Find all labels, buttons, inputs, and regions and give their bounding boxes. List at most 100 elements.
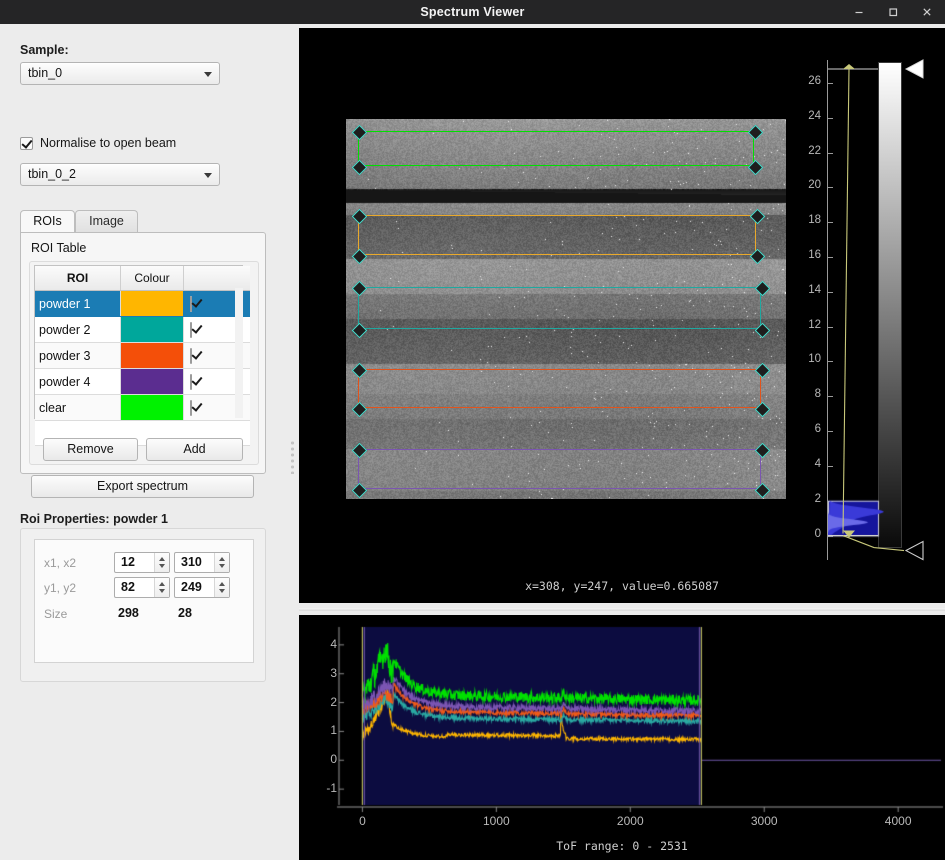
colorbar-tick-label: 20 (808, 179, 821, 192)
window-title: Spectrum Viewer (420, 5, 525, 19)
open-beam-select-value: tbin_0_2 (28, 167, 76, 181)
roi-name: powder 2 (39, 322, 91, 337)
roi-rect-powder-4[interactable] (358, 449, 761, 489)
spectrum-x-tick-label: 2000 (616, 814, 644, 828)
colorbar-tick-label: 14 (808, 283, 821, 296)
sample-label: Sample: (20, 43, 69, 57)
col-header-roi[interactable]: ROI (35, 266, 121, 291)
roi-colour-swatch[interactable] (120, 368, 184, 395)
colorbar-tick-label: 10 (808, 353, 821, 366)
spectrum-plot-panel[interactable]: -1 0 1 2 3 4 0 1000 2000 3000 4000 ToF range: 0 - … (299, 615, 945, 860)
roi-table[interactable]: ROI Colour powder 1 powder 2 powder 3 powde… (34, 265, 250, 446)
table-row[interactable]: powder 4 (35, 368, 250, 395)
spectrum-x-tick-label: 0 (359, 814, 366, 828)
roi-colour-swatch[interactable] (120, 342, 184, 369)
roi-name: powder 4 (39, 374, 91, 389)
sample-select[interactable]: tbin_0 (20, 62, 220, 85)
colorbar-tick-label: 24 (808, 109, 821, 122)
spectrum-y-tick-label: 2 (330, 694, 337, 709)
roi-properties-panel: x1, x2 y1, y2 Size 12 310 82 249 298 28 (20, 528, 266, 682)
sample-image-canvas[interactable] (346, 119, 786, 529)
col-header-colour[interactable]: Colour (120, 266, 184, 291)
table-row[interactable]: powder 3 (35, 342, 250, 369)
normalise-label: Normalise to open beam (40, 136, 177, 150)
normalise-checkbox[interactable] (20, 136, 33, 150)
roi-rect-powder-2[interactable] (358, 287, 761, 329)
spectrum-y-tick-label: 3 (330, 665, 337, 680)
roi-name-cell[interactable]: powder 4 (35, 368, 121, 395)
roi-table-scrollbar[interactable] (235, 288, 243, 418)
close-icon[interactable] (917, 2, 937, 22)
colorbar-tick-label: 4 (814, 457, 821, 470)
spectrum-viewer-window: Spectrum Viewer Sample: tbin_0 Normalise… (0, 0, 945, 860)
image-panel[interactable]: 0 2 4 6 8 10 12 14 16 18 20 22 24 26 x=308, y=247, va… (299, 28, 945, 603)
tab-rois-label: ROIs (33, 214, 62, 228)
roi-visible-checkbox[interactable] (190, 321, 192, 338)
normalise-checkbox-row[interactable]: Normalise to open beam (20, 136, 176, 150)
colorbar-tick-label: 18 (808, 214, 821, 227)
add-button[interactable]: Add (146, 438, 243, 461)
y2-stepper[interactable] (214, 578, 229, 597)
roi-visible-checkbox[interactable] (190, 347, 192, 364)
roi-rect-powder-1[interactable] (358, 215, 756, 255)
roi-rect-powder-3[interactable] (358, 369, 761, 408)
roi-name-cell[interactable]: powder 2 (35, 316, 121, 343)
spectrum-x-tick-label: 4000 (884, 814, 912, 828)
horizontal-splitter[interactable] (299, 605, 945, 615)
spectrum-y-tick-label: 4 (330, 636, 337, 651)
x2-spinbox[interactable]: 310 (174, 552, 230, 573)
roi-visible-checkbox[interactable] (190, 295, 192, 312)
y2-spinbox[interactable]: 249 (174, 577, 230, 598)
table-row[interactable]: powder 2 (35, 316, 250, 343)
col-header-visible[interactable] (183, 266, 250, 291)
colorbar-tick-label: 2 (814, 492, 821, 505)
chevron-down-icon (204, 173, 212, 178)
colorbar-tick-label: 6 (814, 423, 821, 436)
colorbar-tick-label: 26 (808, 74, 821, 87)
roi-rect-clear[interactable] (358, 131, 754, 166)
table-row[interactable]: powder 1 (35, 290, 250, 317)
splitter-bar-icon (299, 608, 945, 611)
maximize-icon[interactable] (883, 2, 903, 22)
size-height-value: 28 (178, 606, 192, 620)
tab-image[interactable]: Image (75, 210, 138, 233)
export-spectrum-label: Export spectrum (96, 479, 188, 493)
y1-spinbox[interactable]: 82 (114, 577, 170, 598)
export-spectrum-button[interactable]: Export spectrum (31, 475, 254, 498)
spectrum-y-tick-label: -1 (326, 781, 337, 796)
minimize-icon[interactable] (849, 2, 869, 22)
x-range-label: x1, x2 (44, 556, 77, 570)
colorbar-histogram[interactable]: 0 2 4 6 8 10 12 14 16 18 20 22 24 26 (799, 48, 939, 573)
roi-properties-title: Roi Properties: powder 1 (20, 512, 168, 526)
roi-table-title: ROI Table (31, 241, 87, 255)
roi-name-cell[interactable]: clear (35, 394, 121, 421)
tab-rois[interactable]: ROIs (20, 210, 75, 233)
roi-name-cell[interactable]: powder 3 (35, 342, 121, 369)
viewer-area: 0 2 4 6 8 10 12 14 16 18 20 22 24 26 x=308, y=247, va… (299, 28, 945, 860)
y-range-label: y1, y2 (44, 581, 77, 595)
vertical-splitter[interactable] (286, 24, 299, 860)
x2-stepper[interactable] (214, 553, 229, 572)
window-controls (849, 0, 937, 24)
colorbar-tick-label: 0 (814, 527, 821, 540)
roi-name: powder 3 (39, 348, 91, 363)
open-beam-select[interactable]: tbin_0_2 (20, 163, 220, 186)
spectrum-y-tick-label: 0 (330, 752, 337, 767)
y1-stepper[interactable] (154, 578, 169, 597)
roi-name: clear (39, 400, 67, 415)
roi-colour-swatch[interactable] (120, 290, 184, 317)
x1-stepper[interactable] (154, 553, 169, 572)
roi-name-cell[interactable]: powder 1 (35, 290, 121, 317)
table-row[interactable]: clear (35, 394, 250, 421)
colorbar-tick-label: 16 (808, 248, 821, 261)
x1-spinbox[interactable]: 12 (114, 552, 170, 573)
roi-colour-swatch[interactable] (120, 316, 184, 343)
roi-visible-checkbox[interactable] (190, 373, 192, 390)
sample-select-value: tbin_0 (28, 66, 63, 80)
tab-image-label: Image (89, 214, 124, 228)
remove-button[interactable]: Remove (43, 438, 138, 461)
roi-colour-swatch[interactable] (120, 394, 184, 421)
size-width-value: 298 (118, 606, 139, 620)
roi-visible-checkbox[interactable] (190, 399, 192, 416)
x1-value: 12 (121, 555, 135, 569)
